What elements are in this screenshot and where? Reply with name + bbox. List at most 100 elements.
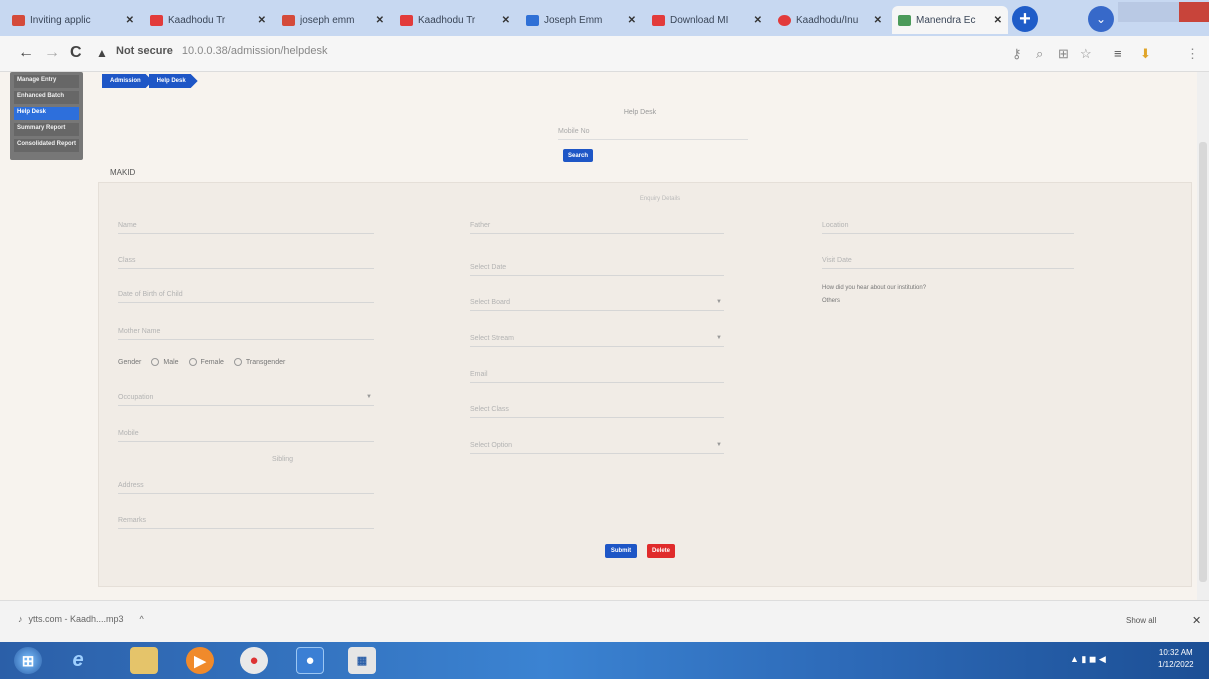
- chevron-down-icon: ▼: [716, 442, 722, 448]
- star-icon[interactable]: ☆: [1080, 46, 1092, 62]
- mobile-field[interactable]: Mobile: [118, 428, 374, 442]
- date-select[interactable]: Select Date: [470, 262, 724, 276]
- tab-title: Joseph Emm: [544, 14, 603, 26]
- show-all-link[interactable]: Show all: [1126, 616, 1156, 625]
- chevron-up-icon[interactable]: ^: [140, 614, 144, 624]
- folder-icon[interactable]: [130, 647, 158, 674]
- sidebar-item-help-desk[interactable]: Help Desk: [14, 107, 79, 120]
- radio-male-label: Male: [163, 358, 179, 366]
- sidebar-item-enhanced-batch[interactable]: Enhanced Batch: [14, 91, 79, 104]
- tab-title: Manendra Ec: [916, 14, 976, 26]
- address-field[interactable]: Address: [118, 480, 374, 494]
- leaf-icon: [898, 14, 911, 26]
- search-button[interactable]: Search: [563, 149, 593, 162]
- chevron-down-icon: ▼: [716, 299, 722, 305]
- browser-tab-6[interactable]: Download MI ✕: [646, 6, 768, 34]
- browser-tab-3[interactable]: joseph emm ✕: [276, 6, 390, 34]
- browser-tab-2[interactable]: Kaadhodu Tr ✕: [144, 6, 272, 34]
- email-field[interactable]: Email: [470, 369, 724, 383]
- download-bar: ♪ ytts.com - Kaadh....mp3 ^ Show all ✕: [0, 600, 1209, 642]
- delete-button[interactable]: Delete: [647, 544, 675, 558]
- option-select[interactable]: Select Option ▼: [470, 440, 724, 454]
- breadcrumb-help-desk[interactable]: Help Desk: [149, 74, 198, 88]
- back-arrow-icon[interactable]: ←: [18, 44, 34, 62]
- zoom-icon[interactable]: ⌕: [1036, 46, 1043, 62]
- chrome-icon[interactable]: ●: [240, 647, 268, 674]
- internet-explorer-icon[interactable]: e: [64, 647, 92, 674]
- radio-female-label: Female: [200, 358, 224, 366]
- address-bar[interactable]: Not secure 10.0.0.38/admission/helpdesk: [116, 45, 327, 57]
- menu-kebab-icon[interactable]: ⋮: [1186, 46, 1199, 62]
- radio-female[interactable]: [188, 358, 197, 366]
- option-placeholder: Select Option: [470, 442, 513, 449]
- sidebar-item-summary-report[interactable]: Summary Report: [14, 123, 79, 136]
- radio-male[interactable]: [151, 358, 160, 366]
- visit-date-field[interactable]: Visit Date: [822, 255, 1074, 269]
- clock-time: 10:32 AM: [1158, 648, 1193, 657]
- dob-field[interactable]: Date of Birth of Child: [118, 289, 374, 303]
- page-scrollbar-thumb[interactable]: [1199, 142, 1207, 582]
- gmail-icon: [12, 14, 25, 26]
- submit-button[interactable]: Submit: [605, 544, 637, 558]
- stream-placeholder: Select Stream: [470, 335, 514, 342]
- calendar-app-icon[interactable]: ▦: [348, 647, 376, 674]
- youtube-icon: [652, 14, 665, 26]
- start-button-icon[interactable]: ⊞: [14, 647, 42, 674]
- close-icon[interactable]: ✕: [376, 15, 384, 26]
- tab-title: Kaadhodu Tr: [168, 14, 226, 26]
- source-question-label: How did you hear about our institution?: [822, 285, 927, 291]
- source-answer-value[interactable]: Others: [822, 298, 840, 304]
- stream-select[interactable]: Select Stream ▼: [470, 333, 724, 347]
- key-icon[interactable]: ⚷: [1012, 46, 1022, 62]
- page-title: Help Desk: [623, 109, 657, 116]
- close-icon[interactable]: ✕: [754, 15, 762, 26]
- clock[interactable]: 10:32 AM 1/12/2022: [1158, 647, 1194, 671]
- maximize-button[interactable]: [1148, 2, 1179, 22]
- system-tray-icons[interactable]: ▲ ▮ ◼ ◀: [1070, 654, 1106, 665]
- close-icon[interactable]: ✕: [874, 15, 882, 26]
- class-select[interactable]: Select Class: [470, 404, 724, 418]
- close-icon[interactable]: ✕: [994, 15, 1002, 26]
- share-icon[interactable]: ⊞: [1058, 46, 1069, 62]
- minimize-button[interactable]: [1118, 2, 1149, 22]
- chevron-down-icon: ▼: [366, 394, 372, 400]
- occupation-placeholder: Occupation: [118, 394, 154, 401]
- media-player-icon[interactable]: ▶: [186, 647, 214, 674]
- warning-triangle-icon: ▲: [96, 46, 108, 60]
- browser-tab-7[interactable]: Kaadhodu/Inu ✕: [772, 6, 888, 34]
- youtube-icon: [400, 14, 413, 26]
- download-icon[interactable]: ⬇: [1140, 46, 1151, 62]
- download-item[interactable]: ♪ ytts.com - Kaadh....mp3 ^: [18, 614, 144, 624]
- new-tab-plus-icon[interactable]: +: [1012, 6, 1038, 32]
- tab-search-chevron-icon[interactable]: ⌄: [1088, 6, 1114, 32]
- browser-tab-8-active[interactable]: Manendra Ec ✕: [892, 6, 1008, 34]
- father-field[interactable]: Father: [470, 220, 724, 234]
- tab-title: joseph emm: [300, 14, 355, 26]
- mother-name-field[interactable]: Mother Name: [118, 326, 374, 340]
- close-icon[interactable]: ✕: [1192, 614, 1201, 627]
- sidebar-item-manage-entry[interactable]: Manage Entry: [14, 75, 79, 88]
- mobile-search-input[interactable]: Mobile No: [558, 128, 748, 140]
- window-close-button[interactable]: [1178, 2, 1209, 22]
- browser-tab-5[interactable]: Joseph Emm ✕: [520, 6, 642, 34]
- radio-transgender[interactable]: [233, 358, 242, 366]
- browser-tab-4[interactable]: Kaadhodu Tr ✕: [394, 6, 516, 34]
- reload-icon[interactable]: C: [70, 44, 82, 62]
- sidebar-item-consolidated-report[interactable]: Consolidated Report: [14, 139, 79, 152]
- forward-arrow-icon[interactable]: →: [44, 44, 60, 62]
- breadcrumb-admission[interactable]: Admission: [102, 74, 153, 88]
- close-icon[interactable]: ✕: [258, 15, 266, 26]
- code-icon: [526, 14, 539, 26]
- close-icon[interactable]: ✕: [502, 15, 510, 26]
- class-field[interactable]: Class: [118, 255, 374, 269]
- close-icon[interactable]: ✕: [126, 15, 134, 26]
- close-icon[interactable]: ✕: [628, 15, 636, 26]
- extension-icon[interactable]: ≡: [1114, 46, 1122, 61]
- occupation-select[interactable]: Occupation ▼: [118, 392, 374, 406]
- name-field[interactable]: Name: [118, 220, 374, 234]
- board-select[interactable]: Select Board ▼: [470, 297, 724, 311]
- chrome-active-icon[interactable]: ●: [296, 647, 324, 674]
- remarks-field[interactable]: Remarks: [118, 515, 374, 529]
- location-field[interactable]: Location: [822, 220, 1074, 234]
- browser-tab-1[interactable]: Inviting applic ✕: [6, 6, 140, 34]
